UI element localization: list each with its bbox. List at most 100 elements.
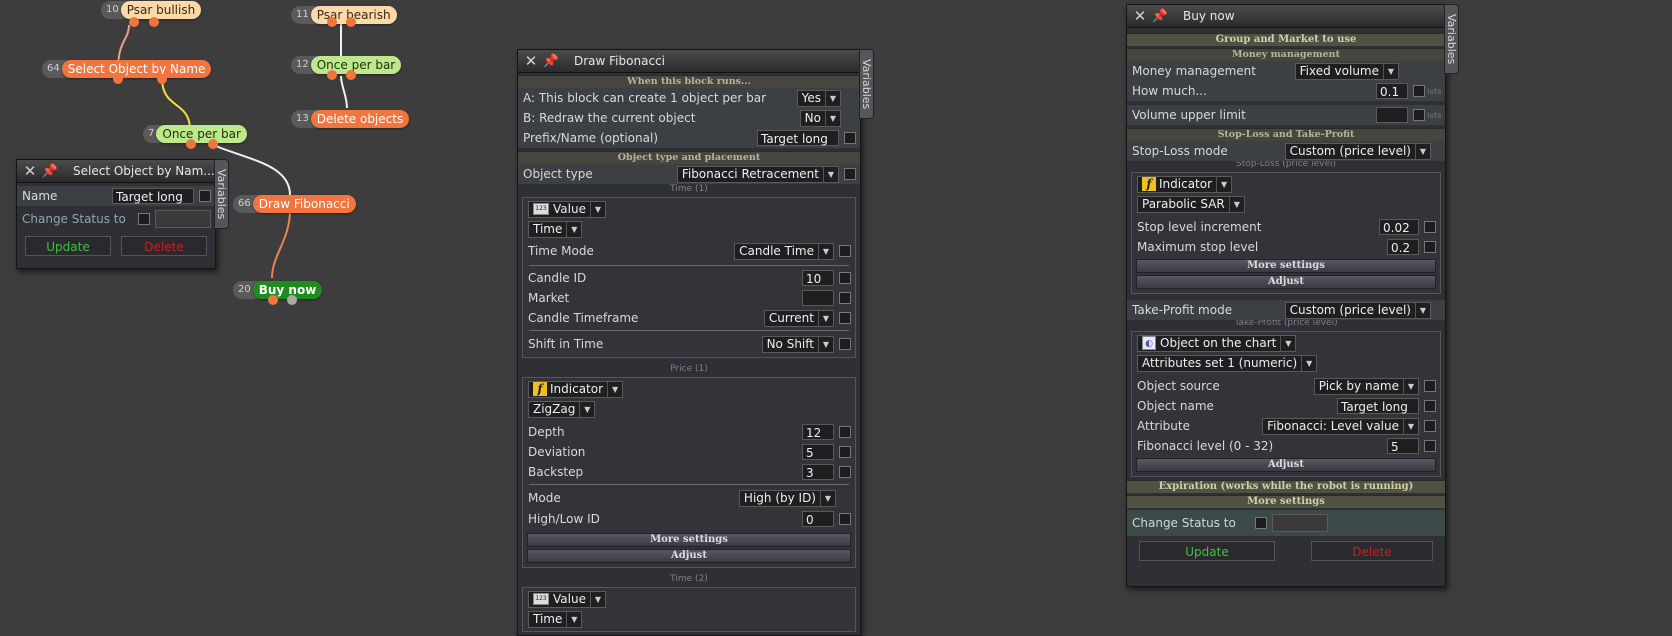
- price1-kind-select[interactable]: f Indicator ▼: [528, 380, 624, 398]
- timeframe-select[interactable]: Current ▼: [763, 309, 834, 327]
- node-buy-now[interactable]: 20 Buy now: [233, 281, 323, 299]
- delete-button[interactable]: Delete: [121, 236, 207, 256]
- output-port[interactable]: [208, 139, 218, 149]
- deviation-input[interactable]: 5: [802, 444, 834, 460]
- variable-checkbox[interactable]: [839, 245, 851, 257]
- prefix-input[interactable]: Target long: [757, 130, 839, 146]
- variable-checkbox[interactable]: [839, 466, 851, 478]
- variable-checkbox[interactable]: [199, 190, 211, 202]
- output-port[interactable]: [186, 139, 196, 149]
- object-source-select[interactable]: Pick by name ▼: [1313, 377, 1419, 395]
- node-delete-objects[interactable]: 13 Delete objects: [291, 110, 410, 128]
- variables-tab[interactable]: Variables: [859, 49, 874, 119]
- sl-indicator-select[interactable]: Parabolic SAR ▼: [1137, 195, 1245, 213]
- step-input[interactable]: 0.02: [1379, 219, 1419, 235]
- more-settings-button[interactable]: More settings: [527, 533, 851, 547]
- variable-checkbox[interactable]: [1424, 380, 1436, 392]
- time2-sub-select[interactable]: Time ▼: [528, 610, 583, 628]
- change-status-input[interactable]: [155, 210, 211, 228]
- adjust-button[interactable]: Adjust: [1136, 458, 1436, 472]
- variable-checkbox[interactable]: [1424, 241, 1436, 253]
- more-settings-button[interactable]: More settings: [1136, 259, 1436, 273]
- output-port[interactable]: [346, 70, 356, 80]
- adjust-button[interactable]: Adjust: [527, 549, 851, 563]
- candle-id-input[interactable]: 10: [802, 270, 834, 286]
- how-much-input[interactable]: 0.1: [1376, 83, 1408, 99]
- variable-checkbox[interactable]: [1424, 221, 1436, 233]
- node-draw-fibonacci[interactable]: 66 Draw Fibonacci: [233, 195, 356, 213]
- window-titlebar[interactable]: ✕ 📌 Select Object by Nam...: [17, 160, 215, 183]
- backstep-input[interactable]: 3: [802, 464, 834, 480]
- window-titlebar[interactable]: ✕ 📌 Draw Fibonacci: [518, 50, 860, 73]
- max-stop-input[interactable]: 0.2: [1387, 239, 1419, 255]
- a-select[interactable]: Yes ▼: [796, 89, 841, 107]
- indicator-select[interactable]: ZigZag ▼: [528, 400, 596, 418]
- name-input[interactable]: Target long: [112, 188, 194, 204]
- update-button[interactable]: Update: [1139, 541, 1275, 561]
- change-status-checkbox[interactable]: [138, 213, 150, 225]
- sl-kind-select[interactable]: f Indicator ▼: [1137, 175, 1233, 193]
- close-icon[interactable]: ✕: [21, 162, 39, 180]
- object-type-select[interactable]: Fibonacci Retracement ▼: [676, 165, 839, 183]
- adjust-button[interactable]: Adjust: [1136, 275, 1436, 289]
- variable-checkbox[interactable]: [844, 168, 856, 180]
- close-icon[interactable]: ✕: [1131, 7, 1149, 25]
- node-psar-bearish[interactable]: 11 Psar bearish: [291, 6, 397, 24]
- close-icon[interactable]: ✕: [522, 52, 540, 70]
- variable-checkbox[interactable]: [839, 513, 851, 525]
- variable-checkbox[interactable]: [839, 446, 851, 458]
- volume-limit-input[interactable]: [1376, 107, 1408, 123]
- variable-checkbox[interactable]: [839, 272, 851, 284]
- market-input[interactable]: [802, 290, 834, 306]
- variable-checkbox[interactable]: [839, 426, 851, 438]
- node-psar-bullish[interactable]: 10 Psar bullish: [101, 1, 202, 19]
- variable-checkbox[interactable]: [839, 292, 851, 304]
- object-name-input[interactable]: Target long: [1337, 398, 1419, 414]
- section-group-market[interactable]: Group and Market to use: [1127, 33, 1445, 46]
- pin-icon[interactable]: 📌: [39, 164, 61, 179]
- attribute-set-select[interactable]: Attributes set 1 (numeric) ▼: [1137, 354, 1318, 372]
- section-more-settings[interactable]: More settings: [1127, 495, 1445, 508]
- output-port[interactable]: [157, 74, 167, 84]
- variable-checkbox[interactable]: [1424, 440, 1436, 452]
- b-select[interactable]: No ▼: [799, 109, 841, 127]
- change-status-checkbox[interactable]: [1255, 517, 1267, 529]
- output-port[interactable]: [287, 295, 297, 305]
- variable-checkbox[interactable]: [839, 312, 851, 324]
- time1-kind-select[interactable]: 123 Value ▼: [528, 200, 606, 218]
- output-port[interactable]: [327, 70, 337, 80]
- variables-tab[interactable]: Variables: [1444, 4, 1459, 74]
- output-port[interactable]: [268, 295, 278, 305]
- variable-checkbox[interactable]: [1413, 109, 1425, 121]
- output-port[interactable]: [346, 17, 356, 27]
- output-port[interactable]: [149, 17, 159, 27]
- delete-button[interactable]: Delete: [1311, 541, 1433, 561]
- variable-checkbox[interactable]: [844, 132, 856, 144]
- sl-mode-select[interactable]: Custom (price level) ▼: [1284, 142, 1431, 160]
- variable-checkbox[interactable]: [1424, 400, 1436, 412]
- pin-icon[interactable]: 📌: [1149, 9, 1171, 24]
- shift-select[interactable]: No Shift ▼: [761, 335, 834, 353]
- variable-checkbox[interactable]: [1424, 420, 1436, 432]
- attribute-select[interactable]: Fibonacci: Level value ▼: [1262, 417, 1419, 435]
- output-port[interactable]: [113, 74, 123, 84]
- variables-tab[interactable]: Variables: [214, 159, 229, 229]
- time2-kind-select[interactable]: 123 Value ▼: [528, 590, 606, 608]
- tp-mode-select[interactable]: Custom (price level) ▼: [1284, 301, 1431, 319]
- depth-input[interactable]: 12: [802, 424, 834, 440]
- output-port[interactable]: [129, 17, 139, 27]
- time1-sub-select[interactable]: Time ▼: [528, 220, 583, 238]
- output-port[interactable]: [327, 17, 337, 27]
- update-button[interactable]: Update: [25, 236, 111, 256]
- section-expiration[interactable]: Expiration (works while the robot is run…: [1127, 480, 1445, 493]
- window-titlebar[interactable]: ✕ 📌 Buy now: [1127, 5, 1445, 28]
- change-status-input[interactable]: [1272, 514, 1328, 532]
- variable-checkbox[interactable]: [839, 338, 851, 350]
- money-management-select[interactable]: Fixed volume ▼: [1294, 62, 1399, 80]
- tp-kind-select[interactable]: ◐ Object on the chart ▼: [1137, 334, 1297, 352]
- pin-icon[interactable]: 📌: [540, 54, 562, 69]
- time-mode-select[interactable]: Candle Time ▼: [734, 242, 834, 260]
- mode-select[interactable]: High (by ID) ▼: [738, 489, 836, 507]
- hlid-input[interactable]: 0: [802, 511, 834, 527]
- fib-level-input[interactable]: 5: [1387, 438, 1419, 454]
